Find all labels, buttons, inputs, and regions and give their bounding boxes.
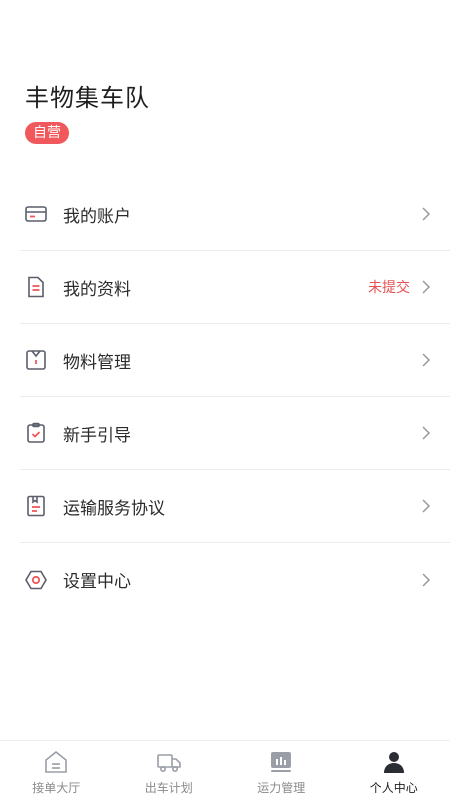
chart-icon — [268, 749, 294, 775]
menu-item-label: 运输服务协议 — [63, 498, 165, 519]
status-badge: 自营 — [25, 122, 69, 144]
chevron-right-icon — [420, 206, 432, 222]
menu-item-label: 设置中心 — [63, 572, 131, 592]
chevron-right-icon — [420, 425, 432, 441]
tab-capacity[interactable]: 运力管理 — [225, 741, 338, 800]
tab-dispatch-plan[interactable]: 出车计划 — [113, 741, 226, 800]
card-icon — [24, 202, 48, 226]
tab-personal-center[interactable]: 个人中心 — [338, 741, 450, 800]
chevron-right-icon — [420, 498, 432, 514]
tab-order-hall[interactable]: 接单大厅 — [0, 741, 113, 800]
menu-item-settings[interactable]: 设置中心 — [20, 543, 450, 616]
chevron-right-icon — [420, 572, 432, 588]
clipboard-check-icon — [24, 421, 48, 445]
menu-item-account[interactable]: 我的账户 — [20, 178, 450, 251]
tab-label: 运力管理 — [257, 781, 306, 795]
hexagon-settings-icon — [24, 568, 48, 592]
menu-item-guide[interactable]: 新手引导 — [20, 397, 450, 470]
menu-item-profile-docs[interactable]: 我的资料 未提交 — [20, 251, 450, 324]
tab-label: 出车计划 — [144, 781, 193, 795]
bottom-tab-bar: 接单大厅 出车计划 运力管理 个人中心 — [0, 740, 450, 800]
menu-item-agreement[interactable]: 运输服务协议 — [20, 470, 450, 543]
submission-status: 未提交 — [368, 280, 410, 296]
menu-list: 我的账户 我的资料 未提交 物料管理 新手引导 运输服务协议 设置中心 — [20, 178, 450, 616]
tab-label: 个人中心 — [369, 781, 418, 795]
chevron-right-icon — [420, 352, 432, 368]
menu-item-label: 新手引导 — [63, 425, 131, 446]
shirt-icon — [24, 348, 48, 372]
tab-label: 接单大厅 — [32, 781, 81, 795]
document-icon — [24, 275, 48, 299]
chevron-right-icon — [420, 279, 432, 295]
truck-icon — [156, 749, 182, 775]
menu-item-label: 物料管理 — [63, 352, 131, 373]
home-icon — [43, 749, 69, 775]
person-icon — [381, 749, 407, 775]
menu-item-label: 我的账户 — [63, 206, 131, 227]
menu-item-label: 我的资料 — [63, 279, 131, 300]
agreement-icon — [24, 494, 48, 518]
menu-item-materials[interactable]: 物料管理 — [20, 324, 450, 397]
page-title: 丰物集车队 — [25, 84, 150, 112]
profile-header: 丰物集车队 自营 — [25, 78, 150, 144]
